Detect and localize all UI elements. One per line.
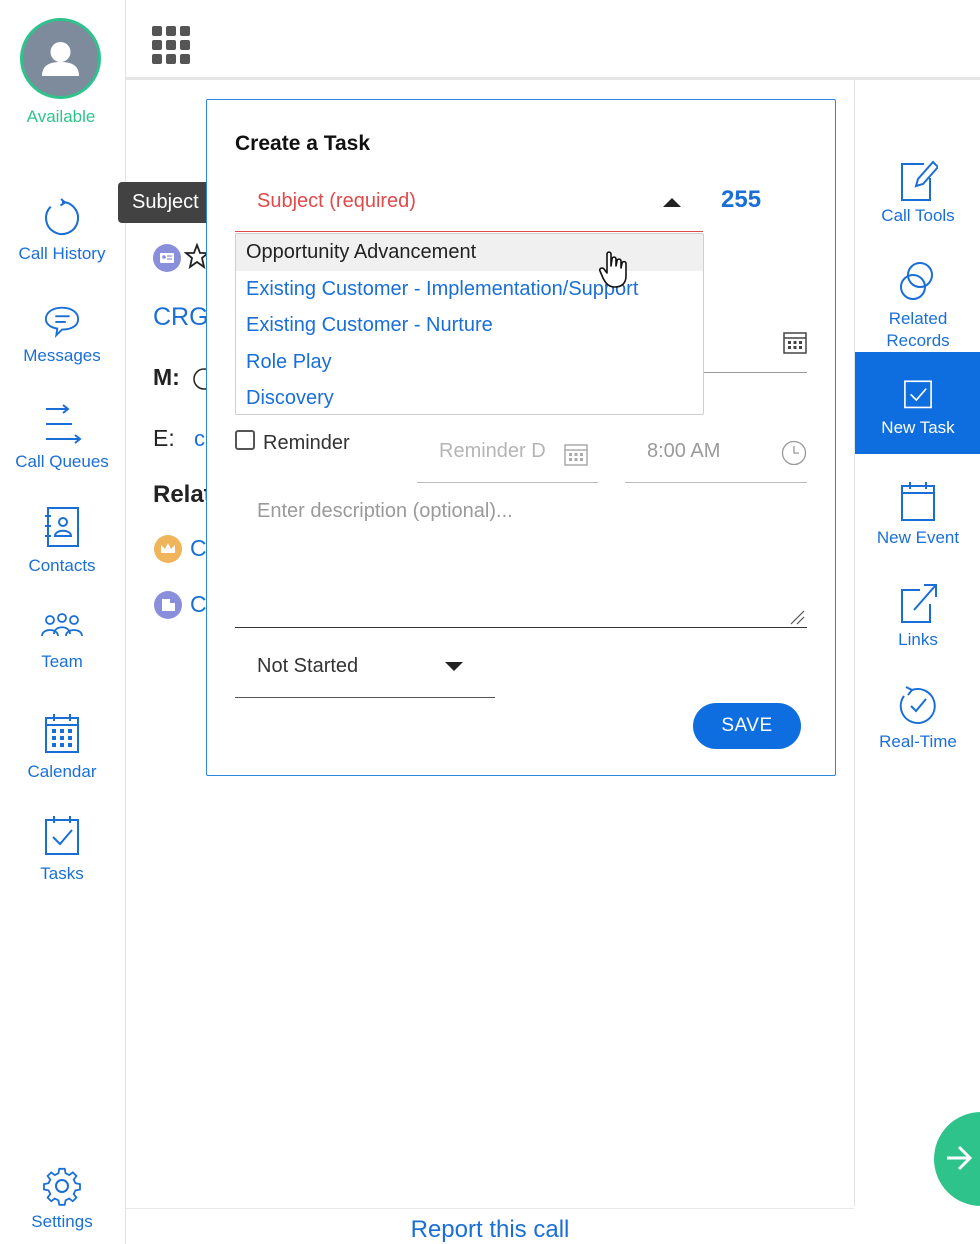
reminder-date-placeholder: Reminder D bbox=[439, 440, 546, 462]
character-count: 255 bbox=[721, 186, 762, 213]
call-history-icon bbox=[45, 198, 80, 235]
links-button[interactable]: Links bbox=[855, 582, 980, 650]
subject-option[interactable]: Opportunity Advancement bbox=[236, 234, 703, 271]
real-time-button[interactable]: Real-Time bbox=[855, 684, 980, 752]
new-task-button[interactable]: New Task bbox=[855, 352, 980, 454]
checkbox-task-icon bbox=[904, 380, 932, 409]
nav-tasks[interactable]: Tasks bbox=[0, 814, 124, 884]
nav-tasks-label: Tasks bbox=[40, 864, 84, 883]
nav-team-label: Team bbox=[41, 652, 83, 671]
description-placeholder: Enter description (optional)... bbox=[257, 500, 513, 522]
save-button[interactable]: SAVE bbox=[693, 703, 801, 749]
user-avatar[interactable] bbox=[20, 18, 101, 99]
hand-pointer-cursor-icon bbox=[599, 251, 627, 288]
person-icon bbox=[42, 42, 79, 76]
arrow-right-icon bbox=[947, 1145, 973, 1171]
chevron-down-icon bbox=[445, 662, 463, 671]
subject-option[interactable]: Existing Customer - Nurture bbox=[236, 307, 703, 344]
related-records-label-2: Records bbox=[886, 331, 950, 350]
account-building-icon bbox=[154, 591, 182, 619]
nav-team[interactable]: Team bbox=[0, 612, 124, 672]
related-record-2-partial[interactable]: C bbox=[190, 591, 207, 618]
reminder-label: Reminder bbox=[263, 432, 350, 454]
subject-options-list: Opportunity Advancement Existing Custome… bbox=[235, 233, 704, 415]
subject-tooltip: Subject bbox=[118, 182, 223, 223]
clock-icon[interactable] bbox=[781, 440, 807, 466]
nav-messages-label: Messages bbox=[23, 346, 101, 365]
subject-placeholder: Subject (required) bbox=[257, 190, 416, 212]
caret-up-icon bbox=[663, 198, 681, 207]
email-label: E: bbox=[153, 425, 175, 451]
left-sidebar: Available Call History Messages Call Que… bbox=[0, 0, 126, 1244]
new-event-label: New Event bbox=[876, 528, 960, 547]
team-icon bbox=[41, 613, 83, 637]
nav-call-history-label: Call History bbox=[18, 244, 106, 263]
reminder-time-input[interactable]: 8:00 AM bbox=[625, 430, 807, 483]
real-time-label: Real-Time bbox=[879, 732, 957, 751]
calendar-icon[interactable] bbox=[564, 442, 588, 466]
external-link-icon bbox=[901, 584, 937, 623]
apps-grid-icon[interactable] bbox=[152, 26, 190, 64]
due-date-underline bbox=[703, 372, 807, 373]
nav-calendar-label: Calendar bbox=[27, 762, 97, 781]
panel-title: Create a Task bbox=[235, 132, 371, 155]
nav-call-queues-label: Call Queues bbox=[15, 452, 109, 471]
opportunity-crown-icon bbox=[154, 535, 182, 563]
calendar-icon bbox=[45, 714, 79, 753]
nav-contacts-label: Contacts bbox=[28, 556, 96, 575]
gear-icon bbox=[43, 1167, 81, 1206]
related-records-button[interactable]: Related Records bbox=[855, 260, 980, 352]
nav-call-history[interactable]: Call History bbox=[0, 198, 124, 264]
tasks-icon bbox=[45, 816, 79, 855]
nav-call-queues[interactable]: Call Queues bbox=[0, 402, 124, 472]
real-time-clock-icon bbox=[899, 686, 936, 724]
nav-calendar[interactable]: Calendar bbox=[0, 712, 124, 782]
subject-option[interactable]: Discovery bbox=[236, 380, 703, 414]
related-record-1-partial[interactable]: C bbox=[190, 535, 207, 562]
subject-option[interactable]: Existing Customer - Implementation/Suppo… bbox=[236, 271, 703, 308]
nav-settings[interactable]: Settings bbox=[0, 1166, 124, 1232]
call-queues-icon bbox=[46, 404, 82, 444]
new-event-button[interactable]: New Event bbox=[855, 480, 980, 548]
contact-card-icon bbox=[153, 244, 181, 272]
resize-handle-icon[interactable] bbox=[789, 609, 805, 625]
mobile-label: M: bbox=[153, 364, 180, 390]
task-status-value: Not Started bbox=[257, 655, 359, 677]
email-value-partial[interactable]: c bbox=[194, 426, 205, 452]
availability-status[interactable]: Available bbox=[0, 107, 122, 127]
links-label: Links bbox=[898, 630, 938, 649]
new-task-label: New Task bbox=[881, 418, 955, 437]
report-call-link[interactable]: Report this call bbox=[126, 1208, 854, 1244]
nav-settings-label: Settings bbox=[31, 1212, 93, 1231]
due-date-calendar-icon[interactable] bbox=[783, 330, 807, 354]
call-tools-label: Call Tools bbox=[881, 206, 955, 225]
right-sidebar: Call Tools Related Records New Task New … bbox=[854, 80, 980, 1206]
task-status-select[interactable]: Not Started bbox=[235, 645, 495, 698]
call-tools-button[interactable]: Call Tools bbox=[855, 158, 980, 226]
related-records-label-1: Related bbox=[888, 309, 948, 328]
top-bar bbox=[126, 0, 980, 80]
reminder-time-value: 8:00 AM bbox=[647, 440, 721, 462]
related-heading: Relat bbox=[153, 481, 212, 508]
reminder-date-input[interactable]: Reminder D bbox=[417, 430, 598, 483]
edit-note-icon bbox=[901, 160, 938, 201]
nav-contacts[interactable]: Contacts bbox=[0, 506, 124, 576]
description-textarea[interactable]: Enter description (optional)... bbox=[235, 492, 807, 628]
nav-messages[interactable]: Messages bbox=[0, 302, 124, 366]
messages-icon bbox=[44, 306, 80, 338]
subject-option[interactable]: Role Play bbox=[236, 344, 703, 381]
subject-select[interactable]: Subject (required) bbox=[235, 180, 703, 232]
create-task-panel: Create a Task Subject (required) 255 Opp… bbox=[206, 99, 836, 776]
reminder-checkbox[interactable] bbox=[235, 430, 255, 450]
related-records-icon bbox=[900, 262, 933, 300]
contact-name-partial[interactable]: CRG bbox=[153, 303, 209, 332]
event-calendar-icon bbox=[901, 482, 935, 521]
contacts-icon bbox=[45, 507, 79, 547]
